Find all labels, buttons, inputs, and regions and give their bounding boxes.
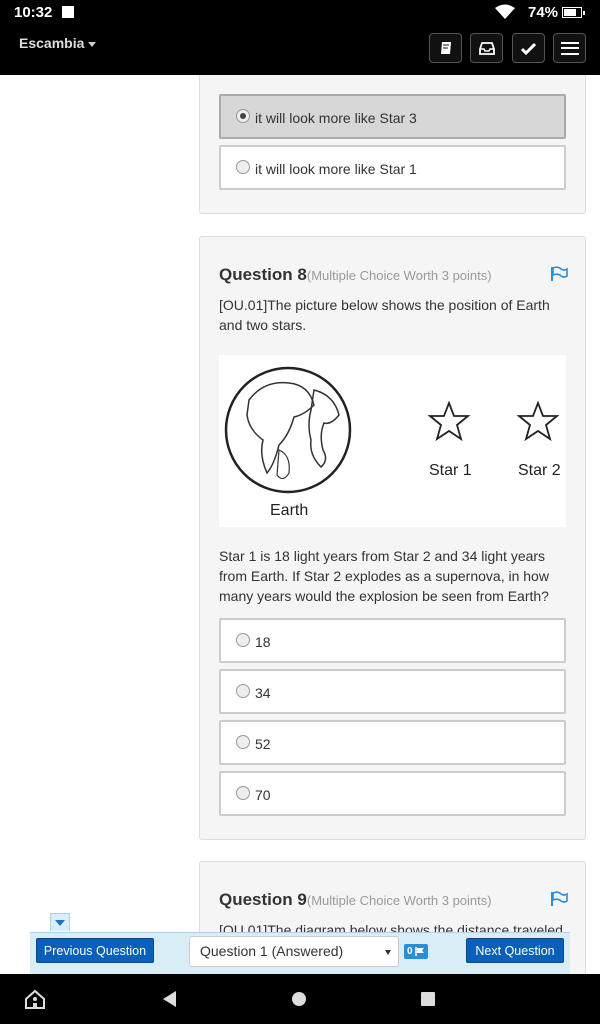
battery-icon	[562, 7, 585, 18]
answer-option[interactable]: 52	[219, 720, 566, 765]
star-1-icon	[427, 400, 471, 442]
hamburger-icon	[560, 41, 579, 55]
question-7-panel: it will look more like Star 3 it will lo…	[199, 75, 586, 214]
question-prompt: Star 1 is 18 light years from Star 2 and…	[219, 548, 549, 604]
book-icon	[440, 42, 451, 54]
status-bar: 10:32 74%	[0, 0, 600, 26]
question-nav-bar: Previous Question Question 1 (Answered) …	[30, 932, 570, 974]
flagged-count: 0	[407, 946, 413, 957]
next-question-button[interactable]: Next Question	[466, 938, 564, 963]
question-heading: Question 9(Multiple Choice Worth 3 point…	[219, 890, 492, 910]
option-label: 70	[255, 787, 271, 803]
question-intro: [OU.01]The picture below shows the posit…	[219, 297, 550, 333]
question-content: it will look more like Star 3 it will lo…	[0, 75, 600, 975]
recent-apps-icon[interactable]	[421, 992, 435, 1006]
earth-stars-figure: Earth Star 1 Star 2	[219, 355, 566, 527]
system-nav-bar	[0, 974, 600, 1024]
dropdown-arrow-icon	[385, 950, 391, 955]
caret-down-icon	[55, 919, 65, 926]
back-icon[interactable]	[163, 991, 176, 1007]
notification-icon	[62, 6, 74, 18]
radio-button[interactable]	[236, 735, 250, 749]
star-2-label: Star 2	[518, 462, 561, 479]
caret-down-icon	[88, 41, 97, 47]
district-dropdown[interactable]: Escambia	[19, 35, 97, 51]
home-icon[interactable]	[292, 992, 306, 1006]
status-time: 10:32	[14, 4, 53, 21]
radio-button[interactable]	[236, 160, 250, 174]
earth-label: Earth	[270, 502, 309, 519]
answer-option[interactable]: it will look more like Star 1	[219, 145, 566, 190]
option-label: 34	[255, 685, 271, 701]
question-select-value: Question 1 (Answered)	[200, 943, 344, 959]
accessibility-home-icon[interactable]	[24, 989, 46, 1009]
radio-button[interactable]	[236, 109, 250, 123]
option-label: 18	[255, 634, 271, 650]
question-points: (Multiple Choice Worth 3 points)	[306, 268, 492, 283]
option-label: it will look more like Star 3	[255, 110, 417, 126]
question-heading: Question 8(Multiple Choice Worth 3 point…	[219, 265, 492, 285]
radio-button[interactable]	[236, 633, 250, 647]
menu-button[interactable]	[553, 33, 586, 63]
star-1-label: Star 1	[429, 462, 472, 479]
battery-percent: 74%	[528, 4, 559, 21]
inbox-button[interactable]	[470, 33, 503, 63]
check-icon	[521, 42, 536, 55]
previous-question-button[interactable]: Previous Question	[36, 938, 154, 963]
radio-button[interactable]	[236, 684, 250, 698]
collapse-nav-button[interactable]	[50, 913, 70, 931]
answer-option[interactable]: it will look more like Star 3	[219, 94, 566, 139]
question-select[interactable]: Question 1 (Answered)	[189, 936, 399, 967]
question-points: (Multiple Choice Worth 3 points)	[306, 893, 492, 908]
answer-option[interactable]: 18	[219, 618, 566, 663]
earth-globe-icon	[224, 366, 352, 494]
answer-option[interactable]: 34	[219, 669, 566, 714]
app-header: Escambia	[0, 26, 600, 75]
question-8-panel: Question 8(Multiple Choice Worth 3 point…	[199, 236, 586, 840]
wifi-icon	[495, 4, 515, 19]
district-label: Escambia	[19, 35, 85, 51]
flag-icon[interactable]	[550, 891, 568, 907]
book-button[interactable]	[429, 33, 462, 63]
star-2-icon	[516, 400, 560, 442]
flag-icon[interactable]	[550, 266, 568, 282]
answer-option[interactable]: 70	[219, 771, 566, 816]
option-label: 52	[255, 736, 271, 752]
inbox-icon	[478, 42, 495, 55]
submit-check-button[interactable]	[512, 33, 545, 63]
radio-button[interactable]	[236, 786, 250, 800]
flagged-count-badge[interactable]: 0	[404, 944, 428, 959]
flag-icon	[414, 947, 424, 956]
question-title: Question 8	[219, 265, 307, 284]
question-title: Question 9	[219, 890, 307, 909]
option-label: it will look more like Star 1	[255, 161, 417, 177]
